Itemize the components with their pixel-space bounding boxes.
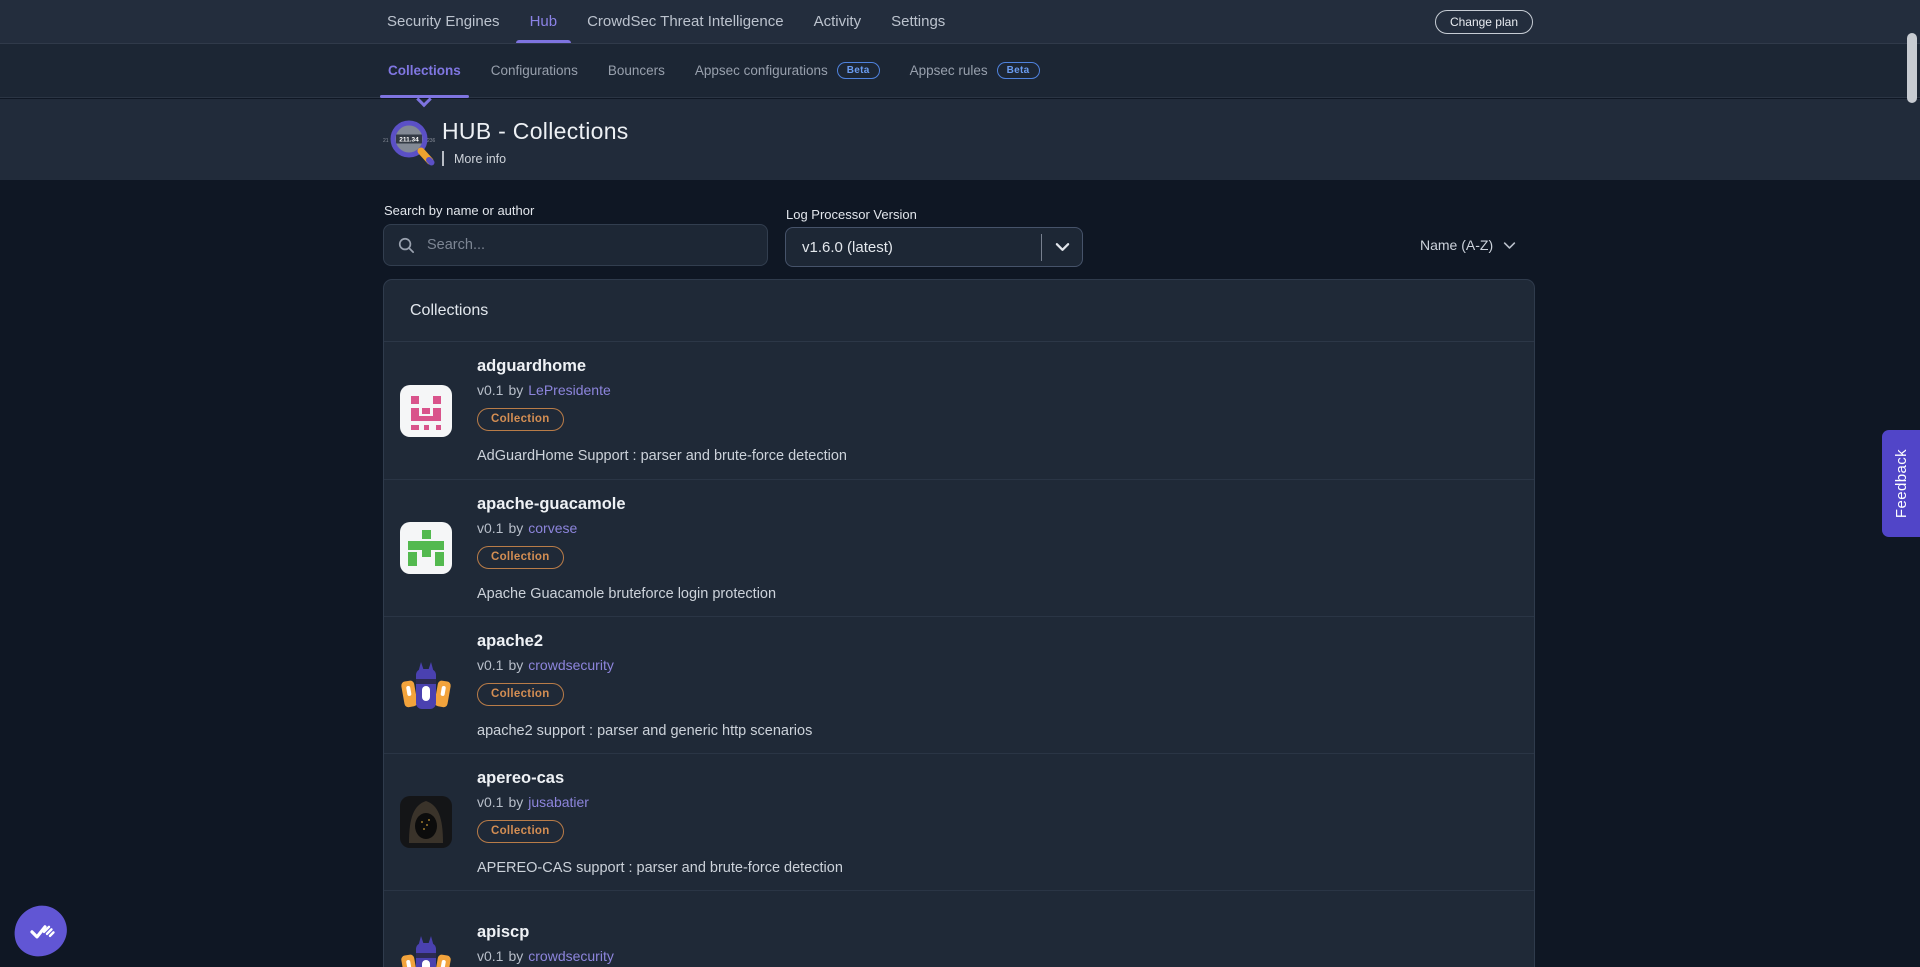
item-name: apache2 [477, 631, 543, 651]
item-version: v0.1 [477, 793, 503, 811]
tab-bouncers-label: Bouncers [608, 63, 665, 78]
item-author-link[interactable]: crowdsecurity [528, 947, 614, 965]
by-label: by [508, 947, 523, 965]
item-name: apache-guacamole [477, 494, 626, 514]
nav-item-settings[interactable]: Settings [891, 0, 945, 43]
item-version: v0.1 [477, 519, 503, 537]
by-label: by [508, 656, 523, 674]
collection-type-badge: Collection [477, 546, 564, 569]
search-box [383, 224, 768, 266]
item-description: apache2 support : parser and generic htt… [477, 722, 812, 740]
item-description: APEREO-CAS support : parser and brute-fo… [477, 859, 843, 877]
log-processor-version-value: v1.6.0 (latest) [802, 239, 893, 256]
search-icon [397, 236, 416, 255]
crowdsec-mascot-icon [400, 933, 452, 967]
list-item-apache2[interactable]: apache2 v0.1 by crowdsecurity Collection… [384, 616, 1534, 753]
item-version: v0.1 [477, 381, 503, 399]
item-author-link[interactable]: crowdsecurity [528, 656, 614, 674]
hooded-figure-icon [400, 796, 452, 848]
item-name: adguardhome [477, 356, 586, 376]
tab-configurations-label: Configurations [491, 63, 578, 78]
svg-text:21: 21 [383, 138, 389, 144]
list-item-apereo-cas[interactable]: apereo-cas v0.1 by jusabatier Collection… [384, 753, 1534, 890]
page-header: 21 236 211.34 HUB - Collections More inf… [0, 99, 1920, 180]
top-nav-items: Security Engines Hub CrowdSec Threat Int… [387, 0, 945, 43]
adguardhome-logo-icon [400, 385, 452, 437]
chevron-down-icon [1503, 241, 1516, 250]
by-label: by [508, 793, 523, 811]
item-version: v0.1 [477, 947, 503, 965]
tab-appsec-configurations-label: Appsec configurations [695, 63, 828, 78]
item-name: apiscp [477, 922, 529, 942]
more-info-divider [442, 151, 444, 166]
feedback-button[interactable]: Feedback [1882, 430, 1920, 537]
collections-panel: Collections adguardhome v0.1 by LePresid… [383, 279, 1535, 967]
list-item-apache-guacamole[interactable]: apache-guacamole v0.1 by corvese Collect… [384, 479, 1534, 616]
page-title: HUB - Collections [442, 118, 629, 145]
panel-title: Collections [384, 280, 1534, 342]
collection-type-badge: Collection [477, 820, 564, 843]
item-author-link[interactable]: jusabatier [528, 793, 589, 811]
by-label: by [508, 381, 523, 399]
nav-item-hub[interactable]: Hub [530, 0, 558, 43]
item-version: v0.1 [477, 656, 503, 674]
tab-appsec-rules-label: Appsec rules [910, 63, 988, 78]
svg-text:211.34: 211.34 [399, 137, 419, 144]
assistant-button[interactable] [9, 900, 73, 961]
tab-appsec-configurations[interactable]: Appsec configurations Beta [695, 44, 880, 97]
list-item-apiscp[interactable]: apiscp v0.1 by crowdsecurity Collection [384, 890, 1534, 967]
list-item-adguardhome[interactable]: adguardhome v0.1 by LePresidente Collect… [384, 342, 1534, 479]
beta-badge: Beta [997, 62, 1040, 79]
item-description: Apache Guacamole bruteforce login protec… [477, 585, 776, 603]
log-processor-version-label: Log Processor Version [786, 207, 917, 222]
collection-type-badge: Collection [477, 408, 564, 431]
collection-type-badge: Collection [477, 683, 564, 706]
scrollbar-thumb[interactable] [1907, 33, 1917, 103]
change-plan-button[interactable]: Change plan [1435, 10, 1533, 34]
top-nav: Security Engines Hub CrowdSec Threat Int… [0, 0, 1920, 44]
beta-badge: Beta [837, 62, 880, 79]
tab-appsec-rules[interactable]: Appsec rules Beta [910, 44, 1040, 97]
nav-item-crowdsec-threat-intelligence[interactable]: CrowdSec Threat Intelligence [587, 0, 784, 43]
more-info-link[interactable]: More info [442, 151, 506, 166]
item-author-link[interactable]: LePresidente [528, 381, 611, 399]
more-info-label: More info [454, 152, 506, 166]
guacamole-logo-icon [400, 522, 452, 574]
tab-configurations[interactable]: Configurations [491, 44, 578, 97]
log-processor-version-select[interactable]: v1.6.0 (latest) [785, 227, 1083, 267]
ip-magnifier-icon: 21 236 211.34 [383, 116, 437, 166]
sort-value: Name (A-Z) [1420, 237, 1493, 253]
tab-collections[interactable]: Collections [388, 44, 461, 97]
sort-dropdown[interactable]: Name (A-Z) [1420, 237, 1516, 253]
search-input[interactable] [427, 237, 754, 253]
svg-text:236: 236 [427, 138, 436, 144]
item-name: apereo-cas [477, 768, 564, 788]
tab-bouncers[interactable]: Bouncers [608, 44, 665, 97]
crowdsec-mascot-icon [400, 659, 452, 711]
nav-item-activity[interactable]: Activity [814, 0, 862, 43]
nav-item-security-engines[interactable]: Security Engines [387, 0, 500, 43]
feedback-label: Feedback [1893, 449, 1910, 518]
checkmark-lines-icon [25, 915, 57, 947]
chevron-down-icon [1042, 242, 1082, 252]
item-description: AdGuardHome Support : parser and brute-f… [477, 447, 847, 465]
search-label: Search by name or author [384, 203, 534, 218]
item-author-link[interactable]: corvese [528, 519, 577, 537]
by-label: by [508, 519, 523, 537]
hub-sub-nav: Collections Configurations Bouncers Apps… [0, 44, 1920, 98]
tab-collections-label: Collections [388, 63, 461, 78]
